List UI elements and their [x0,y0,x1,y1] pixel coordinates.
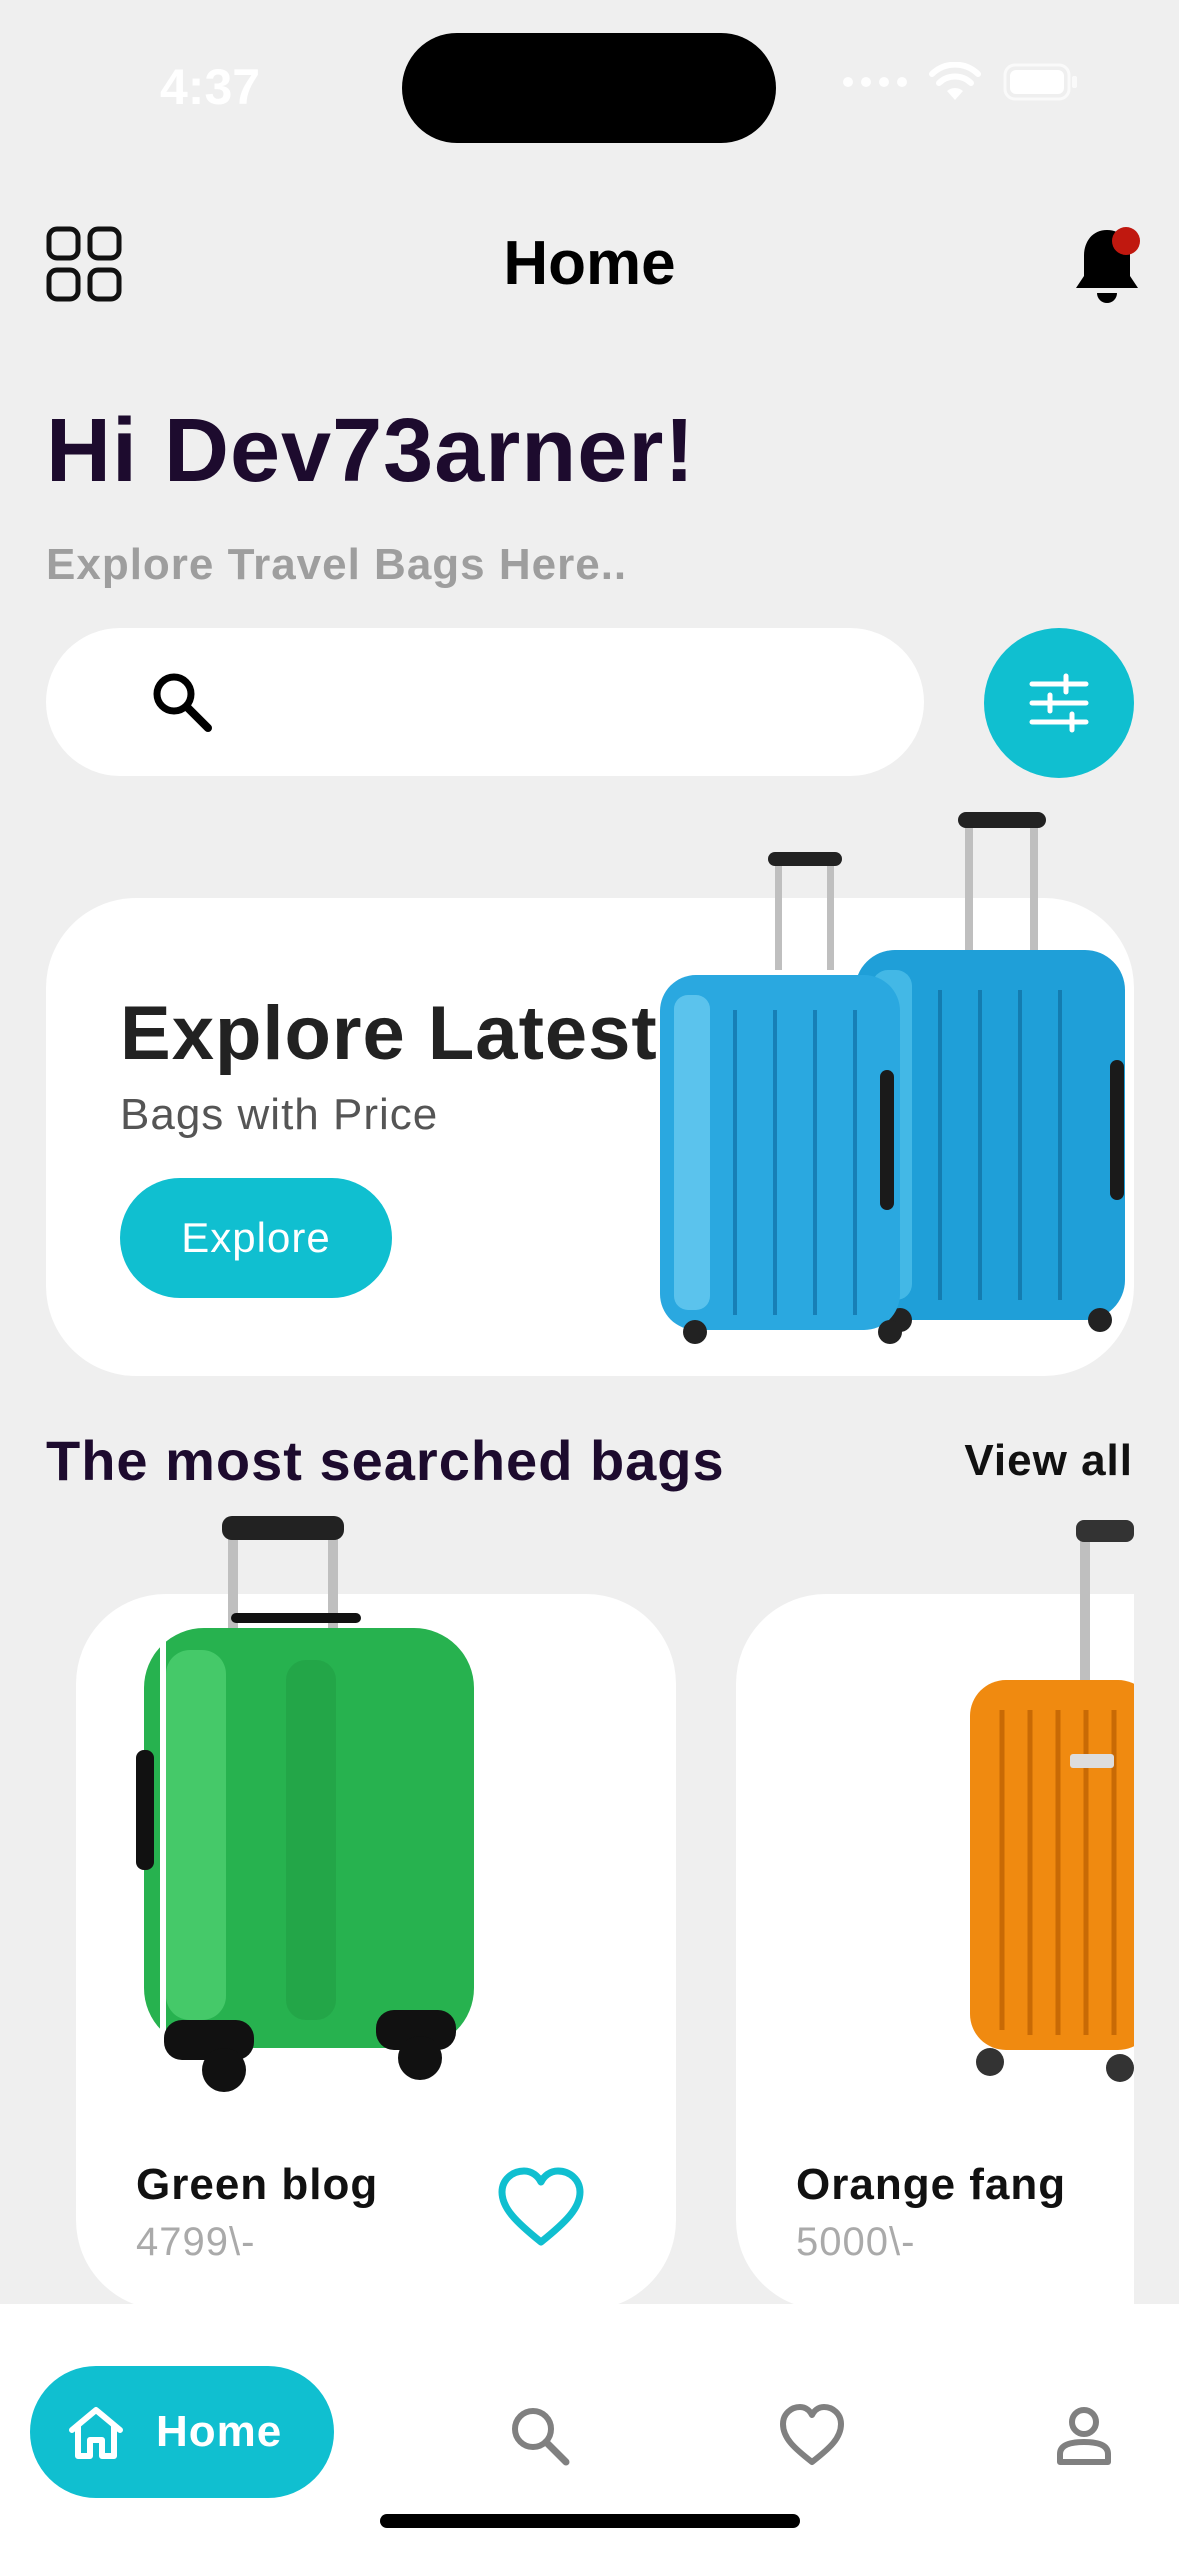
home-indicator [380,2514,800,2528]
explore-button[interactable]: Explore [120,1178,392,1298]
product-price: 4799\- [136,2220,256,2264]
cellular-signal-icon [843,77,907,87]
status-bar: 4:37 [0,0,1179,170]
home-icon [69,2407,123,2459]
section-title: The most searched bags [46,1429,725,1492]
nav-favorites-heart-icon[interactable] [778,2402,846,2470]
battery-icon [1003,63,1077,101]
search-icon [153,673,212,732]
green-suitcase-image [136,1516,474,2092]
search-bar[interactable] [46,628,924,776]
product-carousel[interactable]: Green blog 4799\- Orange fang 5000\- [0,1510,1134,2310]
product-price: 5000\- [796,2220,916,2264]
notification-bell-icon[interactable] [1070,222,1144,308]
greeting: Hi Dev73arner! [46,401,696,501]
header: Home [0,210,1179,320]
dynamic-island [402,33,776,143]
product-name: Orange fang [796,2160,1067,2209]
search-input[interactable] [246,658,886,746]
banner-subtitle: Bags with Price [120,1090,439,1139]
status-time: 4:37 [160,59,261,115]
product-name: Green blog [136,2160,379,2209]
nav-profile-icon[interactable] [1050,2402,1118,2470]
nav-home-label: Home [156,2407,283,2456]
banner-title: Explore Latest [120,991,658,1076]
filter-button[interactable] [984,628,1134,778]
favorite-heart-icon[interactable] [496,2164,586,2254]
orange-suitcase-image [970,1520,1134,2082]
blue-suitcases-image [660,812,1125,1344]
filter-sliders-icon [1029,673,1089,733]
status-icons [843,62,1079,102]
nav-search-icon[interactable] [506,2402,574,2470]
page-title: Home [503,229,676,298]
wifi-icon [929,62,981,100]
subtitle: Explore Travel Bags Here.. [46,540,628,589]
nav-home-tab[interactable]: Home [30,2366,334,2498]
view-all-link[interactable]: View all [964,1436,1133,1486]
